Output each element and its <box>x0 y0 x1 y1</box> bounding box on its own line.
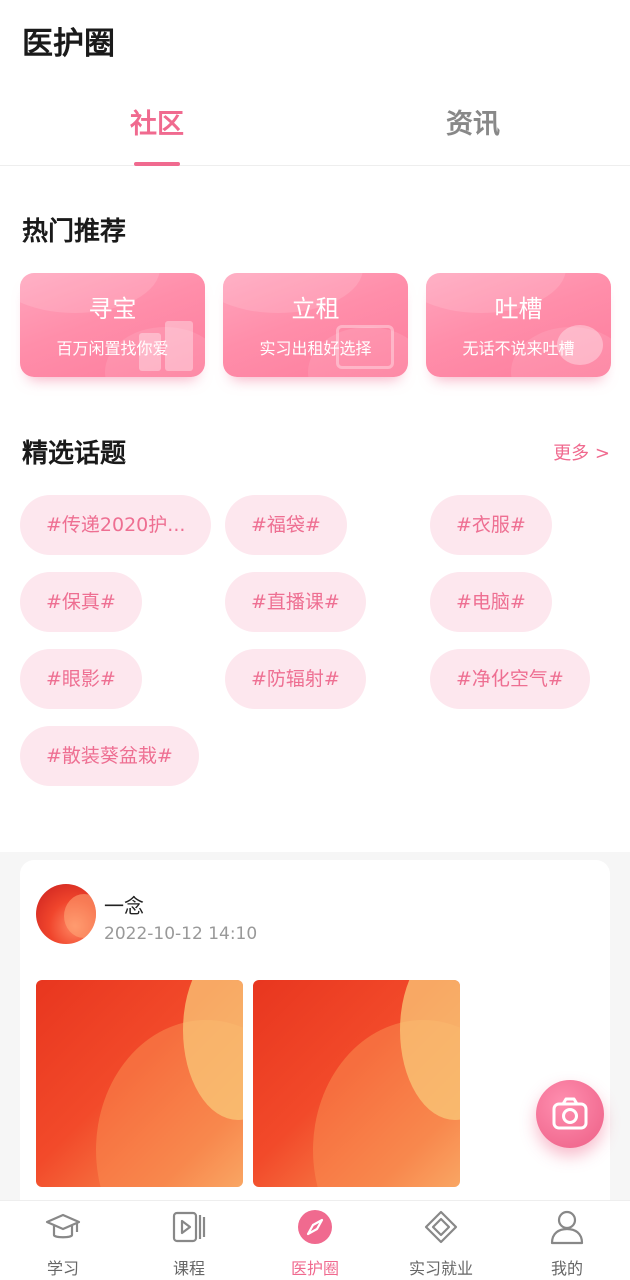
post-image[interactable] <box>36 980 243 1187</box>
post-card[interactable]: 一念 2022-10-12 14:10 <box>20 860 610 1220</box>
rec-card-subtitle: 无话不说来吐槽 <box>462 339 575 358</box>
tabbar-item-study[interactable]: 学习 <box>0 1201 126 1280</box>
bottom-tab-bar: 学习 课程 医护圈 实习就业 我的 <box>0 1200 630 1280</box>
hot-recommend-title: 热门推荐 <box>22 217 127 247</box>
rec-card-subtitle: 百万闲置找你爱 <box>56 339 169 358</box>
compass-icon <box>298 1210 332 1244</box>
top-tabs: 社区 资讯 <box>0 80 630 166</box>
tab-news[interactable]: 资讯 <box>413 102 533 141</box>
graduation-cap-icon <box>45 1213 81 1239</box>
rec-card-rant[interactable]: 吐槽 无话不说来吐槽 <box>426 273 611 377</box>
topic-chip[interactable]: #衣服# <box>430 495 552 555</box>
rec-card-treasure[interactable]: 寻宝 百万闲置找你爱 <box>20 273 205 377</box>
post-timestamp: 2022-10-12 14:10 <box>104 924 258 944</box>
topic-chip[interactable]: #散装葵盆栽# <box>20 726 199 786</box>
tabbar-item-internship[interactable]: 实习就业 <box>378 1201 504 1280</box>
tabbar-label: 实习就业 <box>408 1259 473 1278</box>
topic-chip[interactable]: #福袋# <box>225 495 347 555</box>
post-author[interactable]: 一念 <box>104 890 144 919</box>
topic-chip[interactable]: #防辐射# <box>225 649 366 709</box>
rec-card-name: 立租 <box>291 295 340 323</box>
tabbar-item-mine[interactable]: 我的 <box>504 1201 630 1280</box>
handshake-icon <box>424 1210 458 1244</box>
topic-chip[interactable]: #电脑# <box>430 572 552 632</box>
tabbar-label: 学习 <box>46 1259 79 1278</box>
camera-icon <box>552 1097 588 1130</box>
active-tab-indicator <box>134 162 180 166</box>
tabbar-item-courses[interactable]: 课程 <box>126 1201 252 1280</box>
post-image[interactable] <box>253 980 460 1187</box>
video-course-icon <box>172 1211 206 1243</box>
topic-chip[interactable]: #直播课# <box>225 572 366 632</box>
topic-chip[interactable]: #净化空气# <box>430 649 590 709</box>
avatar[interactable] <box>36 884 96 944</box>
more-topics-link[interactable]: 更多 > <box>553 439 610 465</box>
tabbar-label: 课程 <box>172 1259 205 1278</box>
camera-post-button[interactable] <box>536 1080 604 1148</box>
rec-card-subtitle: 实习出租好选择 <box>259 339 372 358</box>
tab-community[interactable]: 社区 <box>97 102 217 141</box>
tabbar-label: 我的 <box>550 1259 583 1278</box>
tabbar-label: 医护圈 <box>290 1259 339 1278</box>
topic-chip[interactable]: #保真# <box>20 572 142 632</box>
user-icon <box>550 1210 584 1245</box>
rec-card-name: 寻宝 <box>88 295 137 323</box>
tabbar-item-circle[interactable]: 医护圈 <box>252 1201 378 1280</box>
featured-topics-title: 精选话题 <box>22 439 127 469</box>
topic-chip[interactable]: #眼影# <box>20 649 142 709</box>
page-title: 医护圈 <box>22 26 115 62</box>
rec-card-rent[interactable]: 立租 实习出租好选择 <box>223 273 408 377</box>
rec-card-name: 吐槽 <box>494 295 543 323</box>
topic-chip[interactable]: #传递2020护... <box>20 495 212 555</box>
